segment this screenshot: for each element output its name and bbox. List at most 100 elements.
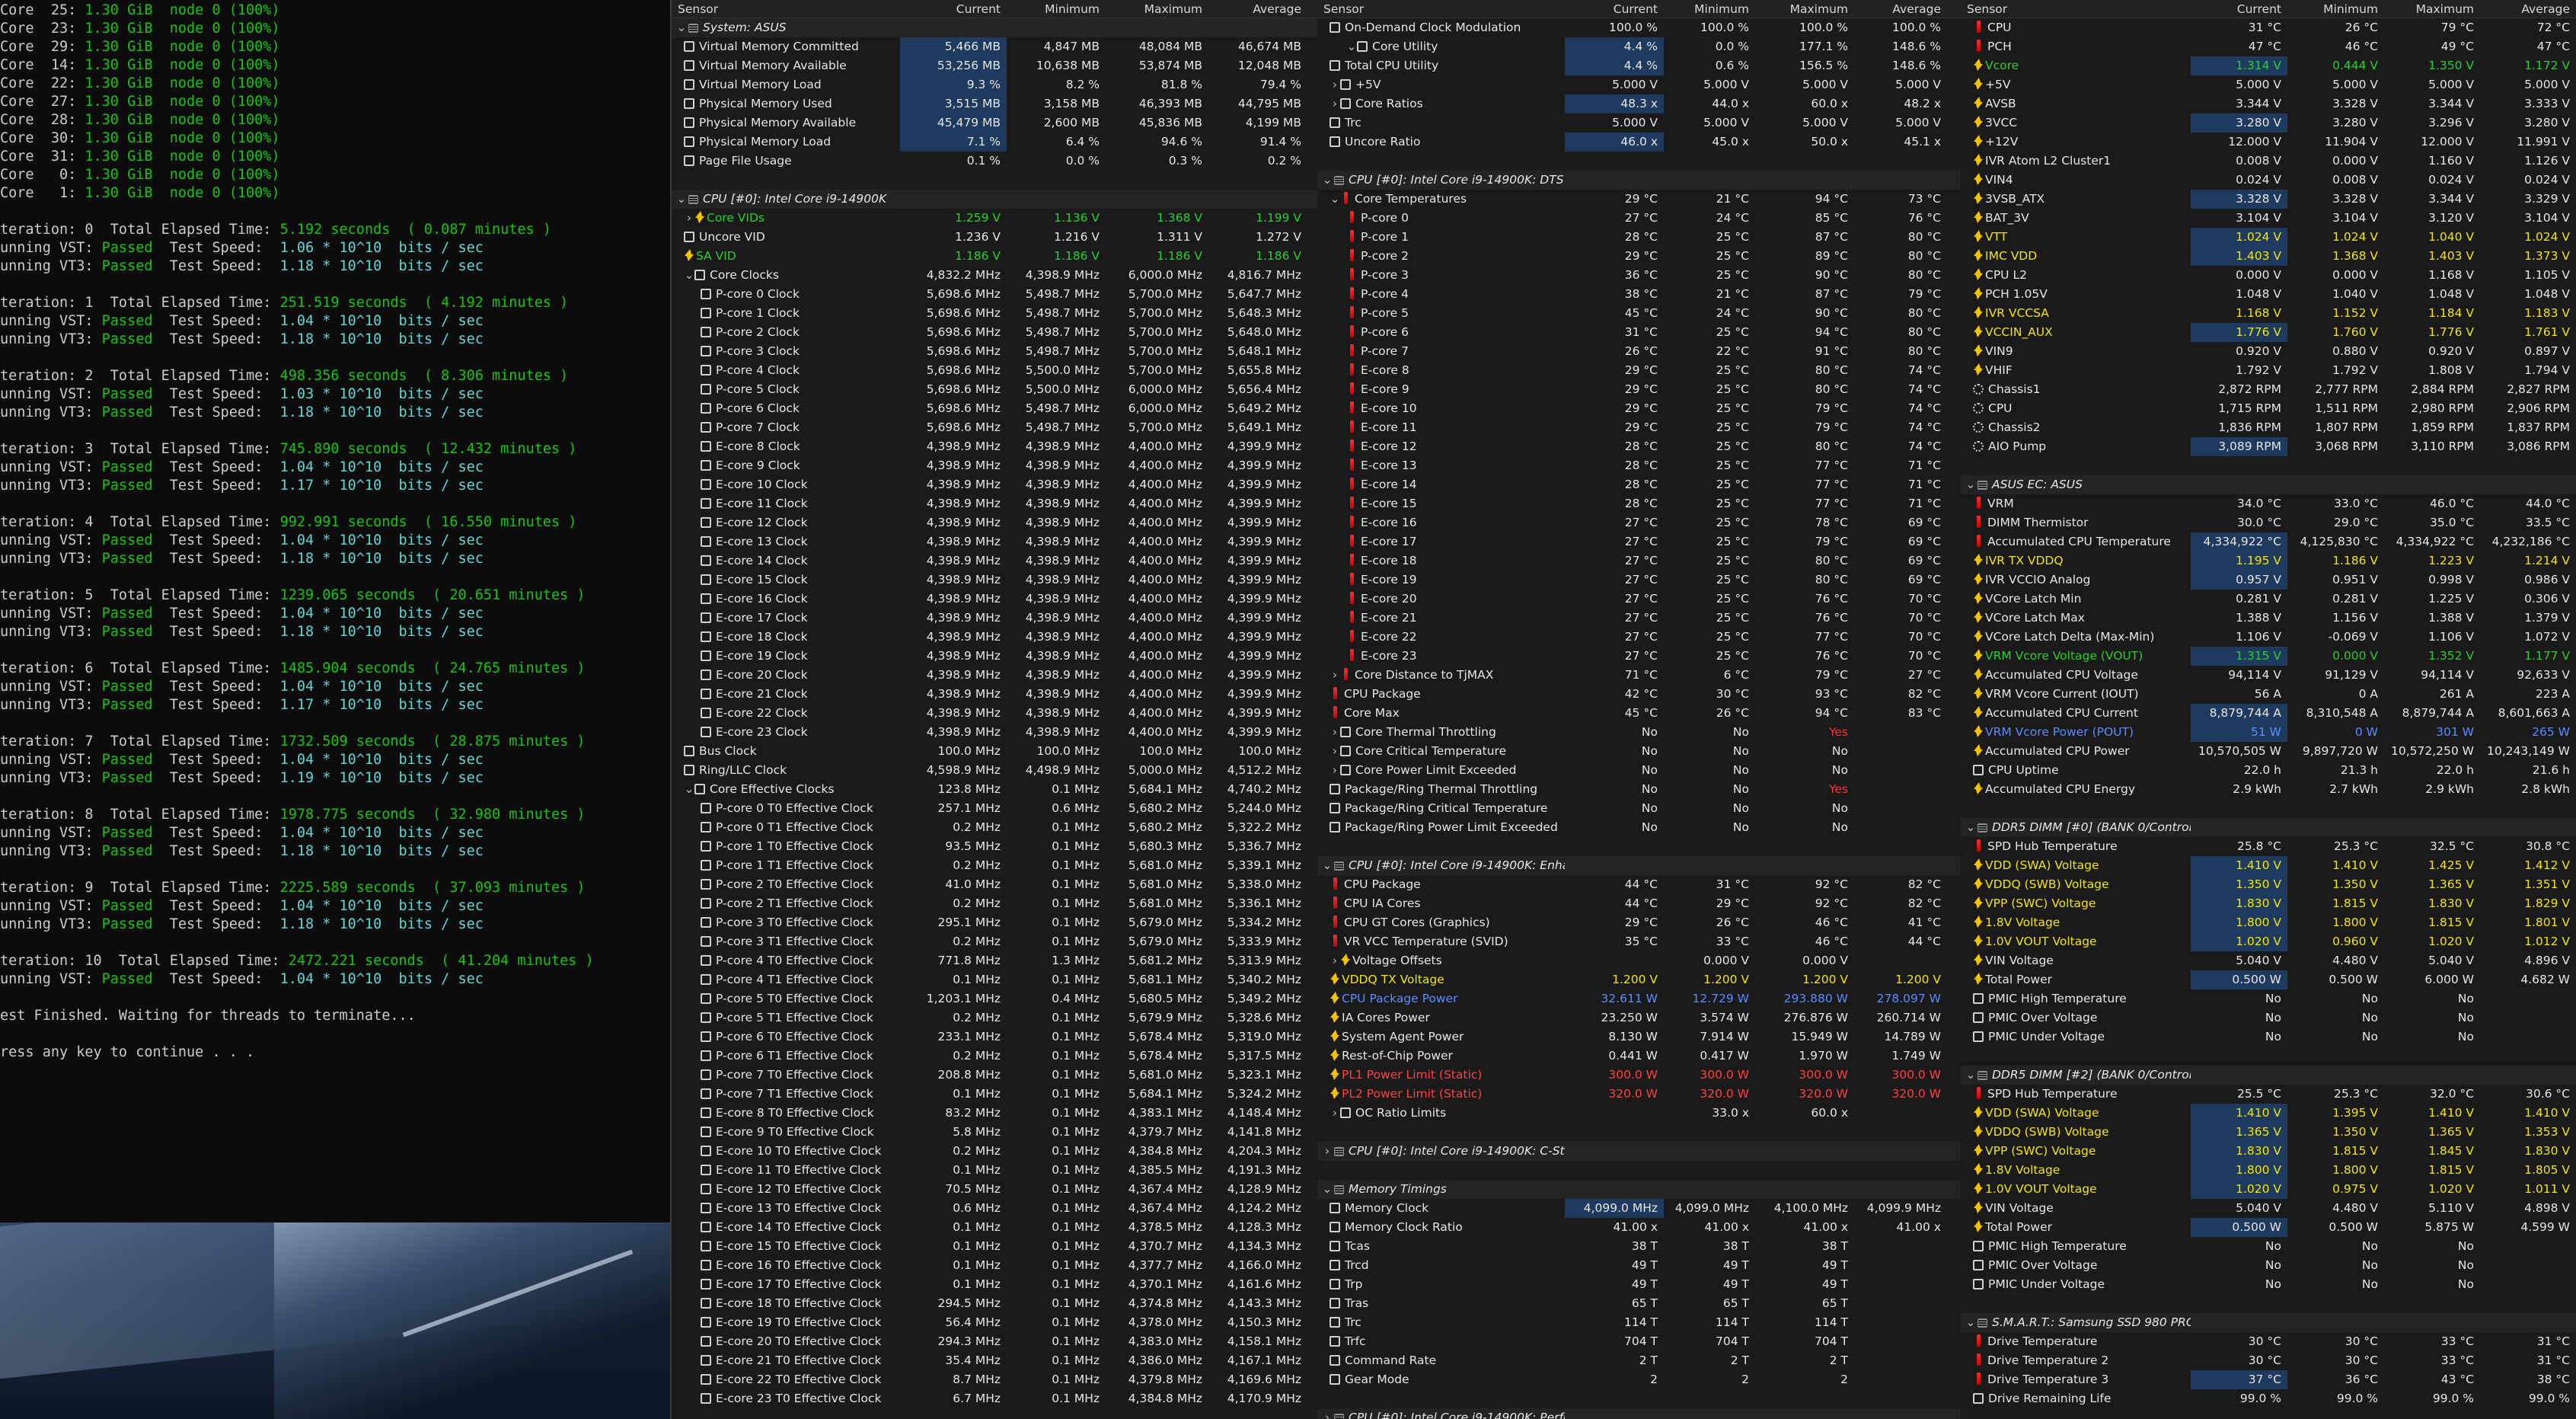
chevron-down-icon[interactable]: ⌄	[675, 190, 688, 209]
sensor-row[interactable]: Tras 65 T 65 T 65 T	[1317, 1294, 1961, 1313]
sensor-row[interactable]: VPP (SWC) Voltage 1.830 V 1.815 V 1.845 V 1.…	[1961, 1142, 2576, 1161]
header-current-value[interactable]: Current	[900, 0, 1007, 18]
sensor-row[interactable]: IVR VCCIO Analog 0.957 V 0.951 V 0.998 V 0.9…	[1961, 570, 2576, 590]
chevron-right-icon[interactable]: ›	[1320, 1408, 1334, 1419]
sensor-row[interactable]: P-core 3 T1 Effective Clock 0.2 MHz 0.1 MH…	[672, 932, 1317, 951]
sensor-row[interactable]: Trc 5.000 V 5.000 V 5.000 V 5.000 V	[1317, 113, 1961, 133]
sensor-row[interactable]: Trfc 704 T 704 T 704 T	[1317, 1332, 1961, 1351]
sensor-row[interactable]: Trc 114 T 114 T 114 T	[1317, 1313, 1961, 1332]
sensor-row[interactable]: IMC VDD 1.403 V 1.368 V 1.403 V 1.373 V	[1961, 247, 2576, 266]
sensor-row[interactable]: IVR Atom L2 Cluster1 0.008 V 0.000 V 1.160 …	[1961, 152, 2576, 171]
sensor-row[interactable]: CPU 31 °C 26 °C 79 °C 72 °C	[1961, 18, 2576, 37]
sensor-row[interactable]: E-core 20 T0 Effective Clock 294.3 MHz 0.1…	[672, 1332, 1317, 1351]
sensor-row[interactable]: Core Max 45 °C 26 °C 94 °C 83 °C	[1317, 704, 1961, 723]
sensor-row[interactable]: VTT 1.024 V 1.024 V 1.040 V 1.024 V	[1961, 228, 2576, 247]
sensor-row[interactable]: E-core 11 Clock 4,398.9 MHz 4,398.9 MHz 4,4…	[672, 494, 1317, 513]
sensor-row[interactable]: VIN Voltage 5.040 V 4.480 V 5.040 V 4.896 V	[1961, 951, 2576, 970]
sensor-row[interactable]: E-core 13 Clock 4,398.9 MHz 4,398.9 MHz 4,4…	[672, 532, 1317, 551]
sensor-row[interactable]: PMIC High Temperature No No No	[1961, 1237, 2576, 1256]
sensor-row[interactable]: SPD Hub Temperature 25.5 °C 25.3 °C 32.0 °C…	[1961, 1085, 2576, 1104]
sensor-row[interactable]: VDD (SWA) Voltage 1.410 V 1.395 V 1.410 V 1.…	[1961, 1104, 2576, 1123]
sensor-row[interactable]: › Core VIDs 1.259 V 1.136 V 1.368 V 1.199 V	[672, 209, 1317, 228]
sensor-row[interactable]: › Core Critical Temperature No No No	[1317, 742, 1961, 761]
sensor-row[interactable]: PMIC Over Voltage No No No	[1961, 1008, 2576, 1027]
sensor-row[interactable]: 1.0V VOUT Voltage 1.020 V 0.975 V 1.020 V 1.…	[1961, 1180, 2576, 1199]
sensor-row[interactable]: P-core 1 T0 Effective Clock 93.5 MHz 0.1 M…	[672, 837, 1317, 856]
sensor-row[interactable]: Memory Clock 4,099.0 MHz 4,099.0 MHz 4,100.…	[1317, 1199, 1961, 1218]
sensor-row[interactable]: E-core 23 Clock 4,398.9 MHz 4,398.9 MHz 4,4…	[672, 723, 1317, 742]
sensor-row[interactable]: VDDQ (SWB) Voltage 1.350 V 1.350 V 1.365 V1…	[1961, 875, 2576, 894]
sensor-row[interactable]: ⌄ Core Utility 4.4 % 0.0 % 177.1 % 148.6 %	[1317, 37, 1961, 56]
sensor-row[interactable]: E-core 11 29 °C 25 °C 79 °C 74 °C	[1317, 418, 1961, 437]
header-current-value[interactable]: Current	[1565, 0, 1664, 18]
sensor-row[interactable]: › Core Power Limit Exceeded No No No	[1317, 761, 1961, 780]
sensor-row[interactable]: VCore Latch Max 1.388 V 1.156 V 1.388 V 1.37…	[1961, 609, 2576, 628]
chevron-right-icon[interactable]: ›	[1329, 723, 1340, 742]
sensor-row[interactable]: VDD (SWA) Voltage 1.410 V 1.410 V 1.425 V 1.…	[1961, 856, 2576, 875]
sensor-row[interactable]: E-core 19 T0 Effective Clock 56.4 MHz 0.1 …	[672, 1313, 1317, 1332]
sensor-row[interactable]: › OC Ratio Limits 33.0 x 60.0 x	[1317, 1104, 1961, 1123]
sensor-row[interactable]: On-Demand Clock Modulation 100.0 % 100.0 %…	[1317, 18, 1961, 37]
sensor-row[interactable]: E-core 8 Clock 4,398.9 MHz 4,398.9 MHz 4,40…	[672, 437, 1317, 456]
sensor-row[interactable]: P-core 1 28 °C 25 °C 87 °C 80 °C	[1317, 228, 1961, 247]
sensor-row[interactable]: E-core 19 27 °C 25 °C 80 °C 69 °C	[1317, 570, 1961, 590]
sensor-row[interactable]: E-core 18 27 °C 25 °C 80 °C 69 °C	[1317, 551, 1961, 570]
sensor-row[interactable]: Tcas 38 T 38 T 38 T	[1317, 1237, 1961, 1256]
sensor-row[interactable]: P-core 0 Clock 5,698.6 MHz 5,498.7 MHz 5,70…	[672, 285, 1317, 304]
sensor-row[interactable]: Accumulated CPU Voltage 94,114 V 91,129 V9…	[1961, 666, 2576, 685]
sensor-row[interactable]: E-core 22 Clock 4,398.9 MHz 4,398.9 MHz 4,4…	[672, 704, 1317, 723]
sensor-row[interactable]: E-core 8 29 °C 25 °C 80 °C 74 °C	[1317, 361, 1961, 380]
sensor-row[interactable]: IA Cores Power 23.250 W 3.574 W 276.876 W 26…	[1317, 1008, 1961, 1027]
sensor-row[interactable]: E-core 18 T0 Effective Clock 294.5 MHz 0.1…	[672, 1294, 1317, 1313]
sensor-row[interactable]: E-core 23 27 °C 25 °C 76 °C 70 °C	[1317, 647, 1961, 666]
chevron-right-icon[interactable]: ›	[1329, 761, 1340, 780]
chevron-down-icon[interactable]: ⌄	[684, 266, 694, 285]
sensor-row[interactable]: E-core 17 Clock 4,398.9 MHz 4,398.9 MHz 4,4…	[672, 609, 1317, 628]
sensor-row[interactable]: › Voltage Offsets 0.000 V 0.000 V	[1317, 951, 1961, 970]
sensor-row[interactable]: Virtual Memory Committed 5,466 MB 4,847 MB…	[672, 37, 1317, 56]
sensor-row[interactable]: Uncore Ratio 46.0 x 45.0 x 50.0 x 45.1 x	[1317, 133, 1961, 152]
sensor-row[interactable]: SPD Hub Temperature 25.8 °C 25.3 °C 32.5 °C…	[1961, 837, 2576, 856]
sensor-row[interactable]: PMIC Over Voltage No No No	[1961, 1256, 2576, 1275]
sensor-row[interactable]: PL2 Power Limit (Static) 320.0 W 320.0 W 32…	[1317, 1085, 1961, 1104]
sensor-row[interactable]: › +5V 5.000 V 5.000 V 5.000 V 5.000 V	[1317, 75, 1961, 94]
sensor-group-header[interactable]: ⌄ CPU [#0]: Intel Core i9-14900K: DTS	[1317, 171, 1961, 190]
sensor-row[interactable]: E-core 9 29 °C 25 °C 80 °C 74 °C	[1317, 380, 1961, 399]
chevron-right-icon[interactable]: ›	[1329, 1104, 1340, 1123]
sensor-row[interactable]: Ring/LLC Clock 4,598.9 MHz 4,498.9 MHz 5,00…	[672, 761, 1317, 780]
sensor-row[interactable]: E-core 18 Clock 4,398.9 MHz 4,398.9 MHz 4,4…	[672, 628, 1317, 647]
sensor-group-header[interactable]: ⌄CPU [#0]: Intel Core i9-14900K: Enhance…	[1317, 856, 1961, 875]
sensor-row[interactable]: Physical Memory Load 7.1 % 6.4 % 94.6 % 91.4…	[672, 133, 1317, 152]
sensor-row[interactable]: E-core 10 29 °C 25 °C 79 °C 74 °C	[1317, 399, 1961, 418]
sensor-row[interactable]: Accumulated CPU Energy 2.9 kWh 2.7 kWh 2.9 …	[1961, 780, 2576, 799]
header-average-value[interactable]: Average	[2480, 0, 2576, 18]
sensor-row[interactable]: IVR VCCSA 1.168 V 1.152 V 1.184 V 1.183 V	[1961, 304, 2576, 323]
sensor-row[interactable]: 1.0V VOUT Voltage 1.020 V 0.960 V 1.020 V 1.…	[1961, 932, 2576, 951]
terminal-window[interactable]: Core 25: 1.30 GiB node 0 (100%) Core 23: …	[0, 0, 670, 1222]
sensor-row[interactable]: +5V 5.000 V 5.000 V 5.000 V 5.000 V	[1961, 75, 2576, 94]
sensor-row[interactable]: Trp 49 T 49 T 49 T	[1317, 1275, 1961, 1294]
sensor-row[interactable]: E-core 21 27 °C 25 °C 76 °C 70 °C	[1317, 609, 1961, 628]
sensor-row[interactable]: Chassis2 1,836 RPM 1,807 RPM 1,859 RPM 1,837…	[1961, 418, 2576, 437]
header-maximum-value[interactable]: Maximum	[1755, 0, 1854, 18]
sensor-row[interactable]: E-core 10 Clock 4,398.9 MHz 4,398.9 MHz 4,4…	[672, 475, 1317, 494]
sensor-row[interactable]: VIN Voltage 5.040 V 4.480 V 5.110 V 4.898 V	[1961, 1199, 2576, 1218]
sensor-row[interactable]: P-core 3 T0 Effective Clock 295.1 MHz 0.1 …	[672, 913, 1317, 932]
chevron-right-icon[interactable]: ›	[1329, 75, 1340, 94]
header-sensor-name[interactable]: Sensor	[672, 0, 900, 18]
sensor-row[interactable]: PL1 Power Limit (Static) 300.0 W 300.0 W 30…	[1317, 1066, 1961, 1085]
sensor-row[interactable]: VCore Latch Delta (Max-Min) 1.106 V -0.069…	[1961, 628, 2576, 647]
chevron-down-icon[interactable]: ⌄	[1346, 37, 1357, 56]
sensor-row[interactable]: AVSB 3.344 V 3.328 V 3.344 V 3.333 V	[1961, 94, 2576, 113]
sensor-row[interactable]: › Core Ratios 48.3 x 44.0 x 60.0 x 48.2 x	[1317, 94, 1961, 113]
sensor-row[interactable]: E-core 13 28 °C 25 °C 77 °C 71 °C	[1317, 456, 1961, 475]
sensor-row[interactable]: P-core 6 T1 Effective Clock 0.2 MHz 0.1 MH…	[672, 1047, 1317, 1066]
sensor-row[interactable]: VDDQ (SWB) Voltage 1.365 V 1.350 V 1.365 V1…	[1961, 1123, 2576, 1142]
sensor-row[interactable]: Physical Memory Used 3,515 MB 3,158 MB 46,3…	[672, 94, 1317, 113]
sensor-row[interactable]: E-core 14 T0 Effective Clock 0.1 MHz 0.1 M…	[672, 1218, 1317, 1237]
sensor-row[interactable]: P-core 1 Clock 5,698.6 MHz 5,498.7 MHz 5,70…	[672, 304, 1317, 323]
sensor-row[interactable]: Total CPU Utility 4.4 % 0.6 % 156.5 % 148.6 …	[1317, 56, 1961, 75]
sensor-row[interactable]: E-core 20 27 °C 25 °C 76 °C 70 °C	[1317, 590, 1961, 609]
sensor-group-header[interactable]: ⌄DDR5 DIMM [#0] (BANK 0/Controller0-DIMM…	[1961, 818, 2576, 837]
sensor-row[interactable]: VIN4 0.024 V 0.008 V 0.024 V 0.024 V	[1961, 171, 2576, 190]
